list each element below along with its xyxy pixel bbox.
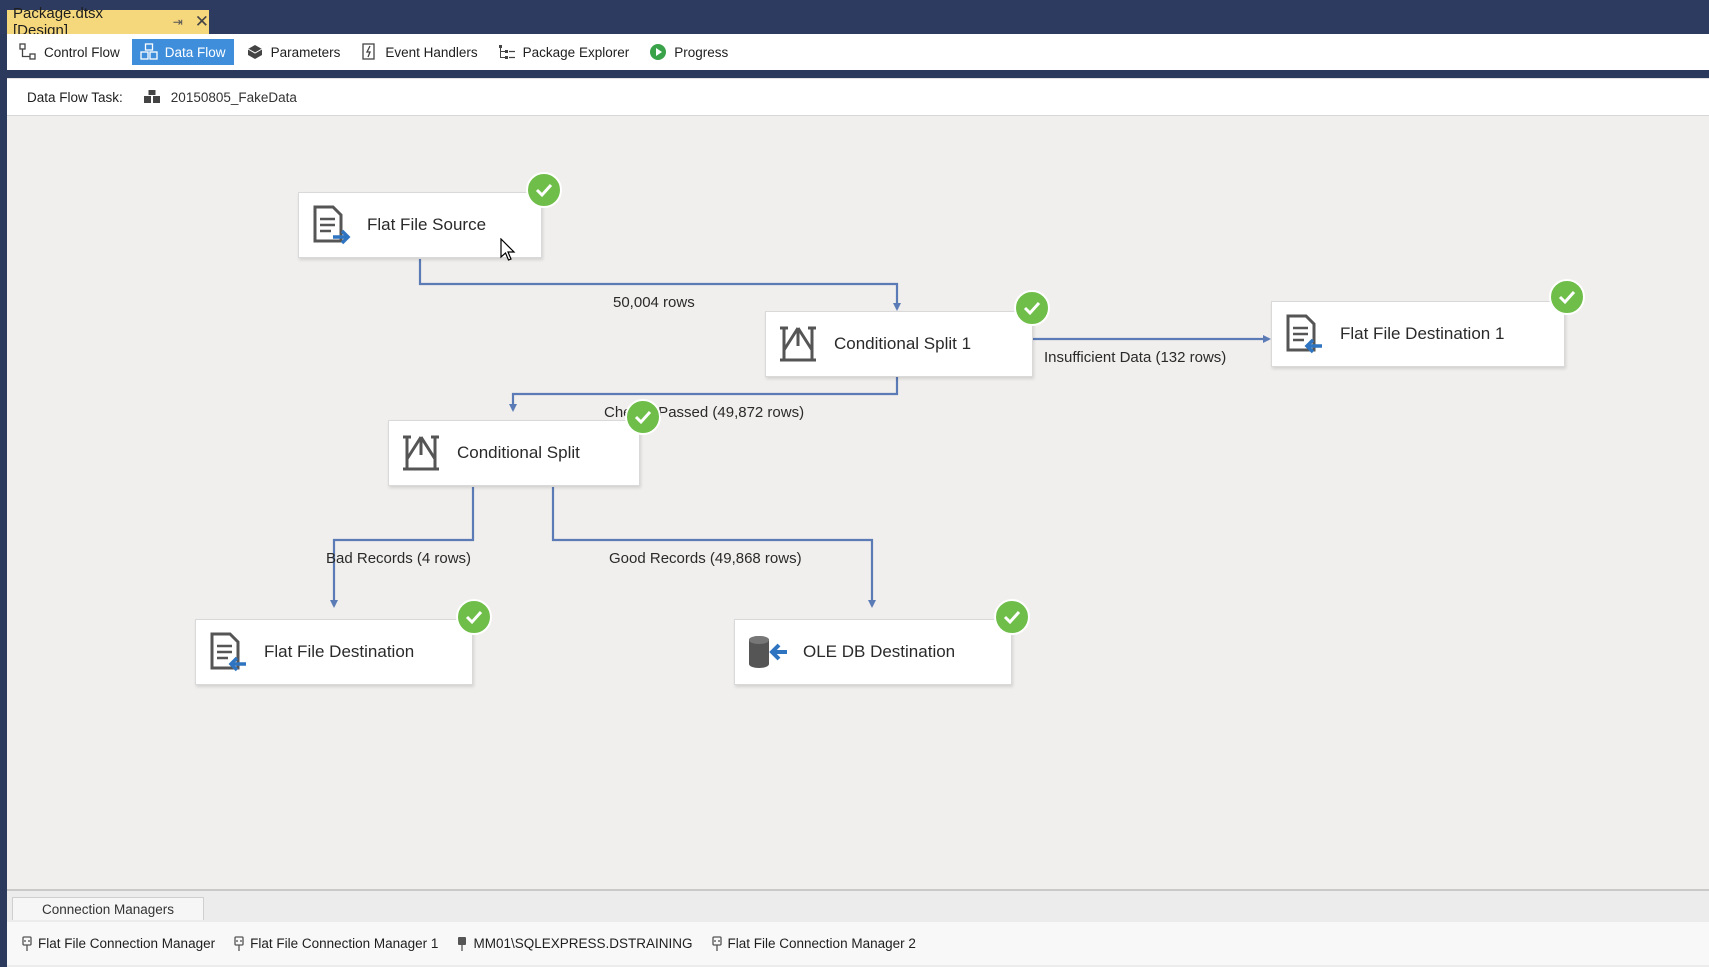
data-flow-icon bbox=[140, 43, 158, 60]
path-label-good-records[interactable]: Good Records (49,868 rows) bbox=[609, 550, 802, 567]
conditional-split-1-icon bbox=[776, 322, 820, 366]
flat-file-destination-label: Flat File Destination bbox=[264, 642, 415, 661]
path-label-bad-records[interactable]: Bad Records (4 rows) bbox=[326, 550, 471, 567]
connection-manager-label: Flat File Connection Manager bbox=[38, 936, 216, 951]
document-tab[interactable]: Package.dtsx [Design] ⇥ ✕ bbox=[7, 5, 209, 39]
connection-plug-icon bbox=[22, 935, 32, 951]
tab-package-explorer-label: Package Explorer bbox=[522, 44, 630, 60]
designer-tabs-toolbar: Control Flow Data Flow Parameters Event … bbox=[7, 34, 1709, 70]
success-check-icon bbox=[456, 599, 492, 635]
connection-manager-label: Flat File Connection Manager 2 bbox=[727, 936, 916, 951]
tab-progress[interactable]: Progress bbox=[641, 39, 736, 65]
conditional-split-label: Conditional Split bbox=[457, 443, 580, 462]
success-check-icon bbox=[625, 399, 661, 435]
connection-managers-panel: Connection Managers Flat File Connection… bbox=[7, 889, 1709, 967]
path-label-source-to-split1[interactable]: 50,004 rows bbox=[613, 294, 695, 311]
tab-parameters-label: Parameters bbox=[270, 44, 341, 60]
tab-progress-label: Progress bbox=[674, 44, 729, 60]
pin-icon[interactable]: ⇥ bbox=[173, 15, 183, 29]
database-connection-icon bbox=[458, 936, 467, 951]
path-label-insufficient-data[interactable]: Insufficient Data (132 rows) bbox=[1044, 349, 1226, 366]
close-icon[interactable]: ✕ bbox=[195, 12, 209, 32]
component-conditional-split[interactable]: Conditional Split bbox=[388, 420, 640, 486]
component-ole-db-destination[interactable]: OLE DB Destination bbox=[734, 619, 1012, 685]
connection-manager-label: MM01\SQLEXPRESS.DSTRAINING bbox=[473, 936, 693, 951]
tab-connection-managers[interactable]: Connection Managers bbox=[12, 897, 204, 920]
data-flow-task-bar: Data Flow Task: 20150805_FakeData bbox=[7, 78, 1709, 117]
conditional-split-icon bbox=[399, 431, 443, 475]
path-split-to-flat-destination[interactable] bbox=[330, 487, 475, 608]
component-flat-file-destination[interactable]: Flat File Destination bbox=[195, 619, 473, 685]
title-bar: Package.dtsx [Design] ⇥ ✕ bbox=[0, 0, 1709, 39]
connection-managers-list: Flat File Connection Manager Flat File C… bbox=[7, 922, 1709, 965]
connection-plug-icon bbox=[711, 935, 722, 951]
ole-db-destination-label: OLE DB Destination bbox=[803, 642, 956, 661]
data-flow-task-value: 20150805_FakeData bbox=[170, 89, 297, 105]
success-check-icon bbox=[994, 599, 1030, 635]
tab-package-explorer[interactable]: Package Explorer bbox=[490, 39, 638, 65]
package-explorer-icon bbox=[498, 45, 515, 59]
ole-db-destination-icon bbox=[745, 630, 789, 674]
connection-manager-item[interactable]: Flat File Connection Manager 2 bbox=[711, 935, 916, 952]
data-flow-task-label: Data Flow Task: bbox=[27, 89, 123, 105]
flat-file-source-label: Flat File Source bbox=[367, 215, 487, 234]
flat-file-destination-icon bbox=[206, 630, 250, 674]
tab-parameters[interactable]: Parameters bbox=[238, 39, 349, 65]
flat-file-destination-1-icon bbox=[1282, 312, 1326, 356]
parameters-icon bbox=[247, 45, 262, 59]
connection-manager-item[interactable]: MM01\SQLEXPRESS.DSTRAINING bbox=[456, 936, 693, 952]
tab-control-flow-label: Control Flow bbox=[44, 44, 120, 60]
component-conditional-split-1[interactable]: Conditional Split 1 bbox=[765, 311, 1033, 377]
connection-plug-icon bbox=[234, 935, 244, 951]
progress-icon bbox=[650, 44, 667, 60]
flat-file-destination-1-label: Flat File Destination 1 bbox=[1340, 324, 1505, 343]
success-check-icon bbox=[526, 172, 562, 208]
connection-manager-label: Flat File Connection Manager 1 bbox=[250, 936, 439, 951]
tab-data-flow-label: Data Flow bbox=[164, 44, 226, 60]
data-paths bbox=[330, 259, 1271, 608]
tab-event-handlers-label: Event Handlers bbox=[385, 44, 478, 60]
data-flow-task-icon bbox=[143, 90, 160, 103]
flat-file-source-icon bbox=[309, 203, 353, 247]
data-flow-canvas[interactable]: 50,004 rows Insufficient Data (132 rows)… bbox=[7, 116, 1709, 889]
success-check-icon bbox=[1014, 290, 1050, 326]
conditional-split-1-label: Conditional Split 1 bbox=[834, 334, 972, 353]
control-flow-icon bbox=[19, 43, 36, 60]
event-handlers-icon bbox=[362, 43, 375, 60]
connection-manager-item[interactable]: Flat File Connection Manager bbox=[21, 935, 216, 952]
success-check-icon bbox=[1549, 279, 1585, 315]
connection-managers-tab-label: Connection Managers bbox=[41, 901, 175, 917]
data-flow-task-selector[interactable]: 20150805_FakeData bbox=[133, 85, 1683, 109]
tab-data-flow[interactable]: Data Flow bbox=[131, 39, 234, 65]
tab-control-flow[interactable]: Control Flow bbox=[11, 39, 128, 65]
mouse-cursor-icon bbox=[500, 238, 516, 261]
connection-manager-item[interactable]: Flat File Connection Manager 1 bbox=[233, 935, 439, 952]
tab-event-handlers[interactable]: Event Handlers bbox=[352, 39, 485, 65]
path-split-to-oledb-destination[interactable] bbox=[551, 487, 876, 608]
component-flat-file-destination-1[interactable]: Flat File Destination 1 bbox=[1271, 301, 1565, 367]
